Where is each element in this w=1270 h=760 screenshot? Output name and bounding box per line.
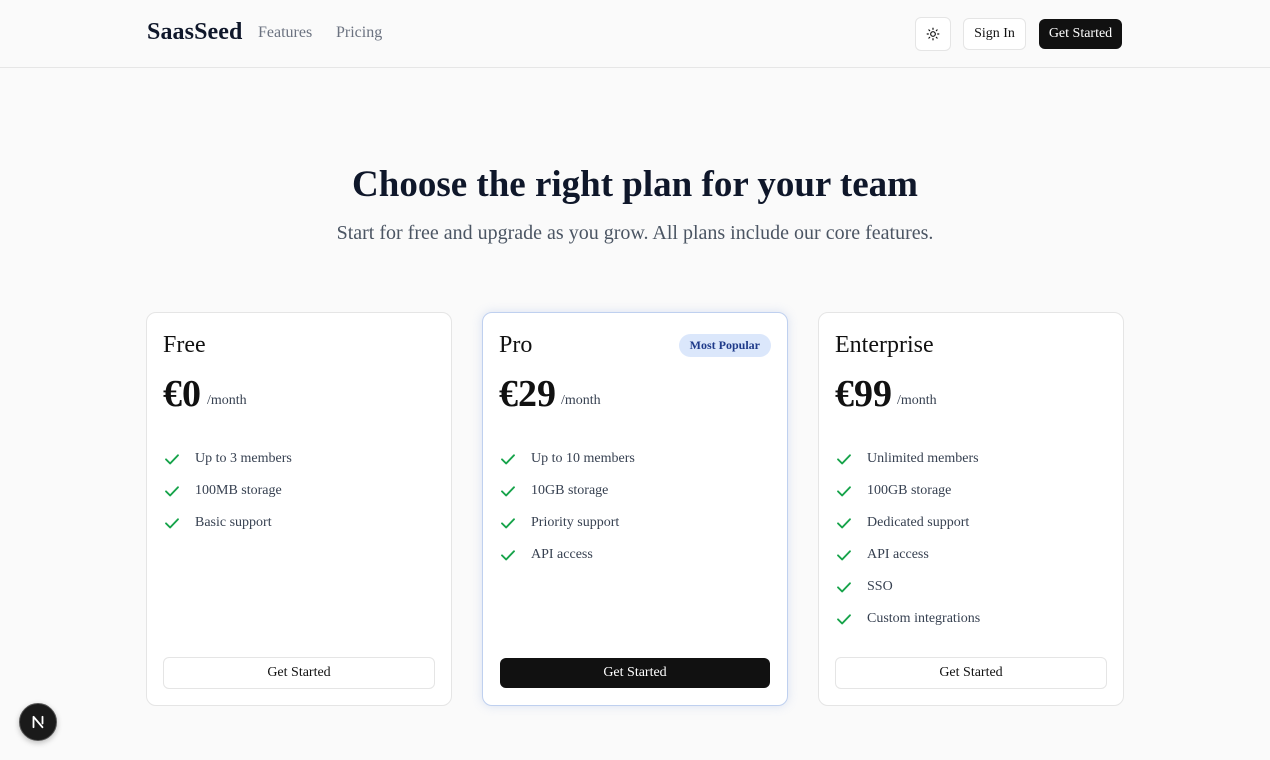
- feature-label: 100MB storage: [195, 483, 282, 498]
- plan-price: €99: [835, 373, 892, 415]
- feature-label: Up to 3 members: [195, 451, 292, 466]
- site-header: SaasSeed Features Pricing Sign In Get St…: [0, 0, 1270, 68]
- check-icon: [499, 450, 517, 468]
- dev-tools-badge[interactable]: [19, 703, 57, 741]
- plan-period: /month: [897, 393, 937, 408]
- feature-item: Priority support: [499, 507, 635, 539]
- check-icon: [163, 450, 181, 468]
- feature-item: Dedicated support: [835, 507, 980, 539]
- check-icon: [835, 514, 853, 532]
- pricing-card-free: Free €0 /month Up to 3 members 100MB sto…: [146, 312, 452, 706]
- page-title: Choose the right plan for your team: [352, 164, 918, 205]
- plan-period: /month: [561, 393, 601, 408]
- feature-label: Priority support: [531, 515, 620, 530]
- sign-in-button[interactable]: Sign In: [963, 18, 1026, 50]
- feature-item: Up to 10 members: [499, 443, 635, 475]
- nav-link-pricing[interactable]: Pricing: [336, 24, 382, 42]
- pro-get-started-button[interactable]: Get Started: [500, 658, 770, 688]
- plan-name: Free: [163, 332, 206, 358]
- check-icon: [499, 482, 517, 500]
- feature-label: Unlimited members: [867, 451, 979, 466]
- sun-icon: [926, 27, 940, 41]
- theme-toggle-button[interactable]: [915, 17, 951, 51]
- free-get-started-button[interactable]: Get Started: [163, 657, 435, 689]
- plan-period: /month: [207, 393, 247, 408]
- pricing-card-pro: Pro Most Popular €29 /month Up to 10 mem…: [482, 312, 788, 706]
- feature-list: Unlimited members 100GB storage Dedicate…: [835, 443, 980, 635]
- feature-item: Unlimited members: [835, 443, 980, 475]
- plan-name: Enterprise: [835, 332, 934, 358]
- feature-label: Dedicated support: [867, 515, 970, 530]
- check-icon: [835, 610, 853, 628]
- check-icon: [499, 514, 517, 532]
- check-icon: [835, 482, 853, 500]
- feature-label: 10GB storage: [531, 483, 609, 498]
- header-get-started-button[interactable]: Get Started: [1039, 19, 1122, 49]
- plan-price: €0: [163, 373, 201, 415]
- feature-item: SSO: [835, 571, 980, 603]
- feature-label: API access: [867, 547, 929, 562]
- page-subtitle: Start for free and upgrade as you grow. …: [336, 222, 934, 244]
- check-icon: [499, 546, 517, 564]
- feature-label: Custom integrations: [867, 611, 981, 626]
- feature-item: API access: [835, 539, 980, 571]
- feature-item: 10GB storage: [499, 475, 635, 507]
- plan-price: €29: [499, 373, 556, 415]
- check-icon: [163, 514, 181, 532]
- most-popular-badge: Most Popular: [678, 334, 771, 357]
- pricing-card-enterprise: Enterprise €99 /month Unlimited members …: [818, 312, 1124, 706]
- feature-item: Basic support: [163, 507, 292, 539]
- feature-label: 100GB storage: [867, 483, 952, 498]
- feature-list: Up to 10 members 10GB storage Priority s…: [499, 443, 635, 571]
- check-icon: [835, 450, 853, 468]
- n-logo-icon: [32, 715, 44, 729]
- feature-label: API access: [531, 547, 593, 562]
- feature-item: Custom integrations: [835, 603, 980, 635]
- feature-item: 100GB storage: [835, 475, 980, 507]
- plan-name: Pro: [499, 332, 533, 358]
- feature-label: Basic support: [195, 515, 272, 530]
- feature-item: 100MB storage: [163, 475, 292, 507]
- feature-item: API access: [499, 539, 635, 571]
- brand-logo[interactable]: SaasSeed: [147, 19, 243, 46]
- feature-list: Up to 3 members 100MB storage Basic supp…: [163, 443, 292, 539]
- check-icon: [835, 578, 853, 596]
- check-icon: [163, 482, 181, 500]
- nav-link-features[interactable]: Features: [258, 24, 312, 42]
- enterprise-get-started-button[interactable]: Get Started: [835, 657, 1107, 689]
- feature-label: SSO: [867, 579, 893, 594]
- feature-item: Up to 3 members: [163, 443, 292, 475]
- check-icon: [835, 546, 853, 564]
- feature-label: Up to 10 members: [531, 451, 635, 466]
